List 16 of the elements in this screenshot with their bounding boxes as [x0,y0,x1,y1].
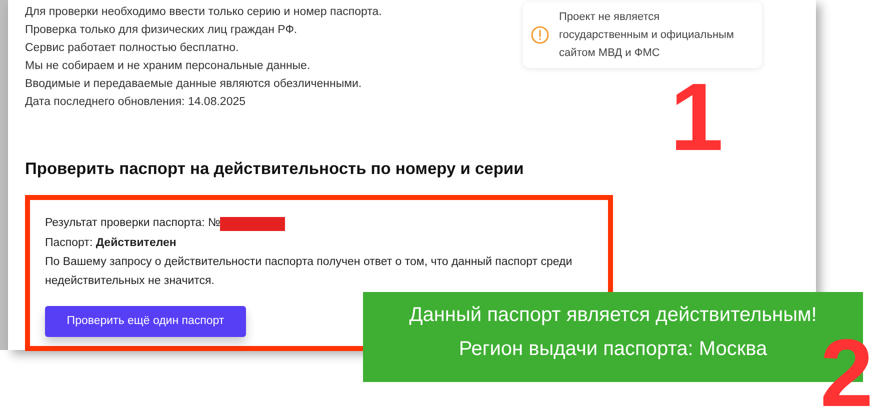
info-text: Сервис работает полностью бесплатно. [25,41,239,56]
section-title: Проверить паспорт на действительность по номеру и серии [25,159,525,180]
result-message: По Вашему запросу о действительности паспорта получен ответ о том, что данный паспорт среди недействительных не значится. [45,255,574,289]
banner-text: Данный паспорт является действительным! [409,303,817,328]
banner-text: Регион выдачи паспорта: Москва [458,337,768,362]
result-label: Результат проверки паспорта: № [45,216,220,232]
notice-text: Проект не является государственным и официальным сайтом МВД и ФМС [559,10,735,61]
info-text: Проверка только для физических лиц граждан РФ. [25,23,298,38]
info-text: Мы не собираем и не храним персональные данные. [25,59,310,74]
info-text: Для проверки необходимо ввести только серию и номер паспорта. [25,5,382,20]
warning-icon [531,26,549,44]
info-text: Дата последнего обновления: 14.08.2025 [25,95,246,110]
info-text: Вводимые и передаваемые данные являются обезличенными. [25,77,362,92]
passport-status: Паспорт: Действителен [45,236,178,251]
check-another-button[interactable]: Проверить ещё один паспорт [45,306,246,337]
annotation-number: 1 [670,70,724,166]
